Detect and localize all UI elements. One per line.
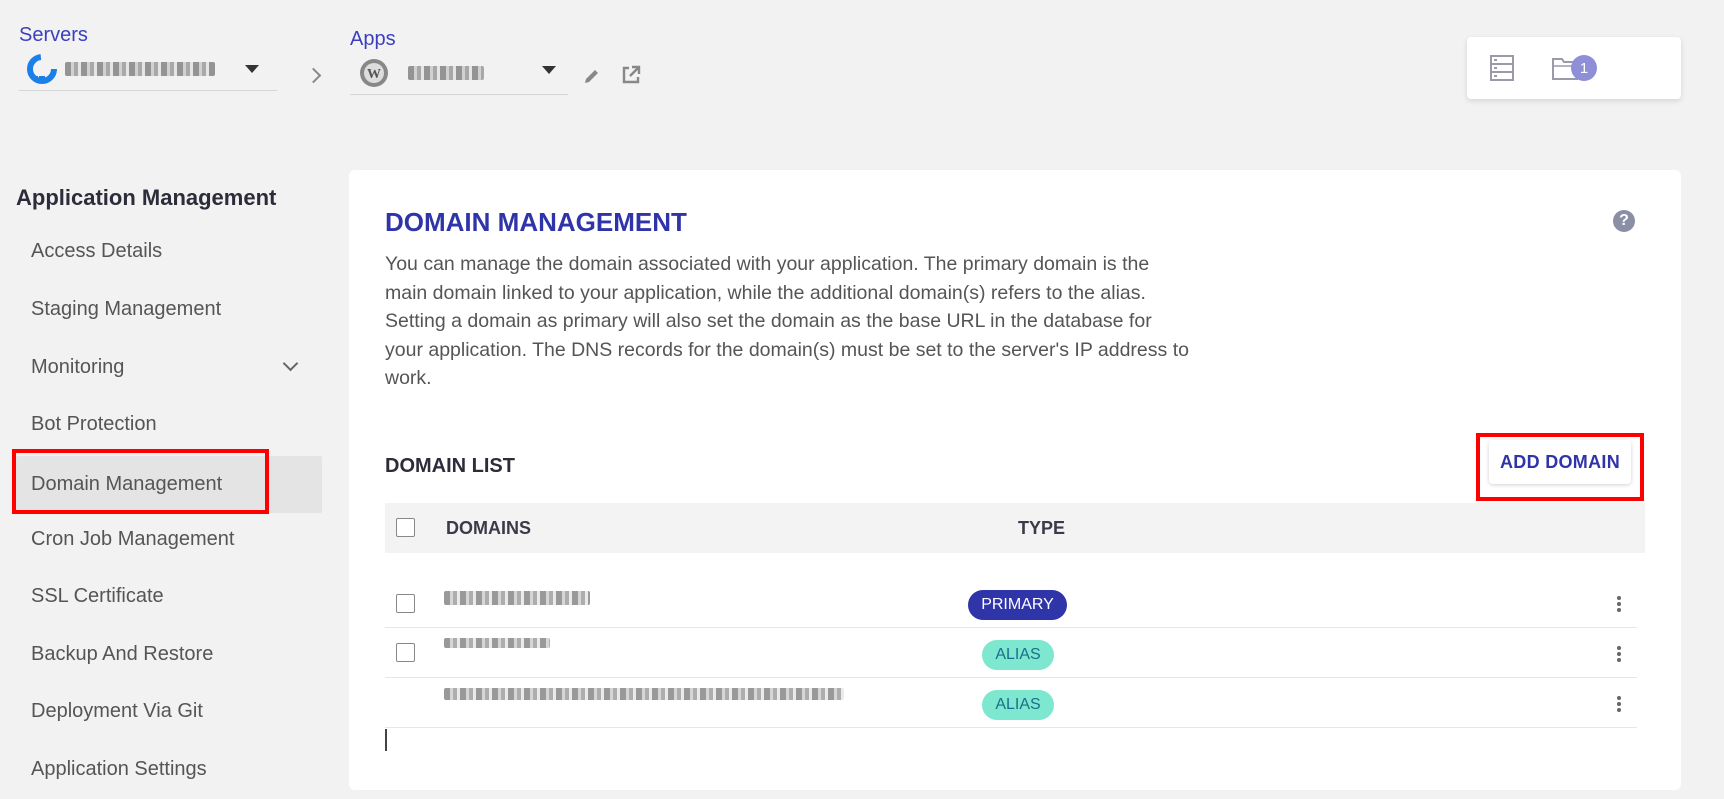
- app-dropdown[interactable]: W: [350, 51, 568, 95]
- app-selector[interactable]: Apps W: [350, 28, 568, 95]
- breadcrumb-separator-icon: [305, 67, 322, 84]
- page-description: You can manage the domain associated wit…: [385, 253, 1189, 390]
- chevron-down-icon[interactable]: [245, 64, 259, 73]
- row-checkbox[interactable]: [396, 643, 415, 662]
- type-badge-alias: ALIAS: [982, 640, 1054, 670]
- domain-name-redacted: [444, 591, 590, 605]
- type-badge-primary: PRIMARY: [968, 590, 1067, 620]
- sidebar-item-ssl-certificate[interactable]: SSL Certificate: [16, 568, 322, 625]
- more-options-icon[interactable]: [1617, 696, 1621, 712]
- table-row: ALIAS: [385, 678, 1637, 728]
- type-badge-alias: ALIAS: [982, 690, 1054, 720]
- sidebar-item-deployment-via-git[interactable]: Deployment Via Git: [16, 683, 322, 740]
- sidebar-item-staging-management[interactable]: Staging Management: [16, 281, 322, 338]
- sidebar-item-backup-and-restore[interactable]: Backup And Restore: [16, 626, 322, 683]
- sidebar-item-monitoring[interactable]: Monitoring: [16, 339, 322, 396]
- svg-text:W: W: [367, 67, 381, 82]
- column-header-domains: DOMAINS: [446, 518, 531, 538]
- domain-list-title: DOMAIN LIST: [385, 455, 515, 477]
- top-right-widget: 1: [1467, 37, 1681, 99]
- sidebar-item-label: Staging Management: [31, 298, 222, 320]
- wordpress-logo-icon: W: [360, 58, 388, 87]
- text-cursor: [385, 729, 387, 751]
- edit-pencil-icon[interactable]: [582, 66, 602, 86]
- external-link-icon[interactable]: [620, 64, 642, 86]
- server-dropdown[interactable]: [19, 47, 277, 91]
- app-name-redacted: [408, 65, 484, 80]
- sidebar-item-label: Bot Protection: [31, 413, 157, 435]
- chevron-down-icon[interactable]: [542, 65, 556, 74]
- row-checkbox[interactable]: [396, 594, 415, 613]
- sidebar-item-label: SSL Certificate: [31, 585, 164, 607]
- table-row: ALIAS: [385, 628, 1637, 678]
- servers-label: Servers: [19, 24, 88, 46]
- server-provider-logo-icon: [27, 53, 57, 84]
- server-selector[interactable]: Servers: [19, 24, 277, 91]
- sidebar-item-application-settings[interactable]: Application Settings: [16, 741, 322, 798]
- sidebar-item-domain-management[interactable]: Domain Management: [16, 456, 322, 513]
- sidebar-item-label: Backup And Restore: [31, 643, 214, 665]
- notification-badge: 1: [1571, 55, 1597, 81]
- table-header: DOMAINS TYPE: [385, 503, 1645, 553]
- domain-name-redacted: [444, 688, 844, 700]
- server-name-redacted: [65, 61, 215, 76]
- apps-counter[interactable]: 1: [1551, 55, 1597, 81]
- column-header-type: TYPE: [1018, 518, 1066, 538]
- sidebar-item-label: Monitoring: [31, 356, 125, 378]
- select-all-checkbox[interactable]: [396, 518, 415, 537]
- servers-list-icon[interactable]: [1489, 54, 1515, 82]
- apps-label: Apps: [350, 28, 396, 50]
- sidebar-item-label: Access Details: [31, 240, 163, 262]
- chevron-down-icon[interactable]: [282, 355, 299, 372]
- sidebar-item-bot-protection[interactable]: Bot Protection: [16, 396, 322, 453]
- sidebar-item-label: Application Settings: [31, 758, 207, 780]
- add-domain-button[interactable]: ADD DOMAIN: [1489, 440, 1631, 484]
- table-row: PRIMARY: [385, 578, 1637, 628]
- sidebar-item-cron-job-management[interactable]: Cron Job Management: [16, 511, 322, 568]
- domain-management-card: DOMAIN MANAGEMENT ? You can manage the d…: [349, 170, 1681, 790]
- sidebar-title: Application Management: [16, 185, 277, 210]
- sidebar-item-label: Cron Job Management: [31, 528, 235, 550]
- sidebar-item-label: Domain Management: [31, 473, 223, 495]
- page-title: DOMAIN MANAGEMENT: [385, 207, 687, 237]
- domain-name-redacted: [444, 638, 550, 648]
- more-options-icon[interactable]: [1617, 646, 1621, 662]
- more-options-icon[interactable]: [1617, 596, 1621, 612]
- help-icon[interactable]: ?: [1613, 210, 1635, 232]
- sidebar-item-label: Deployment Via Git: [31, 700, 203, 722]
- sidebar-item-access-details[interactable]: Access Details: [16, 223, 322, 280]
